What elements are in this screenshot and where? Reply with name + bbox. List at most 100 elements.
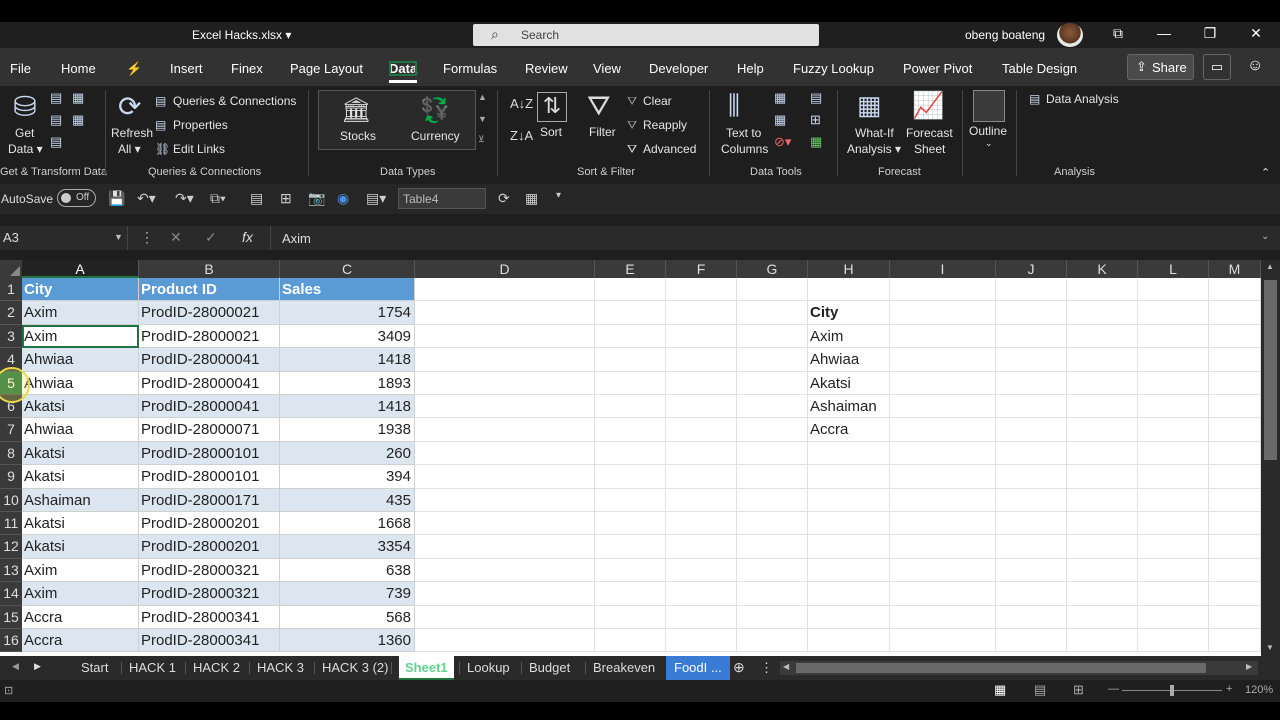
column-header-g[interactable]: G bbox=[737, 260, 808, 278]
cell[interactable] bbox=[666, 512, 737, 536]
row-header-11[interactable]: 11 bbox=[0, 512, 22, 536]
tab-quick-icon[interactable]: ⚡ bbox=[126, 61, 142, 77]
tab-formulas[interactable]: Formulas bbox=[443, 61, 497, 76]
restore-button[interactable]: ❐ bbox=[1198, 25, 1222, 42]
cell[interactable] bbox=[808, 535, 890, 559]
cell[interactable] bbox=[666, 301, 737, 325]
row-header-2[interactable]: 2 bbox=[0, 301, 22, 325]
what-if-label[interactable]: What-If bbox=[855, 126, 894, 140]
customize-qat-icon[interactable]: ▾ bbox=[556, 190, 561, 201]
macro-record-icon[interactable]: ⊡ bbox=[4, 684, 13, 697]
get-data-label2[interactable]: Data ▾ bbox=[8, 142, 43, 156]
cell[interactable] bbox=[890, 371, 996, 395]
cell[interactable] bbox=[890, 558, 996, 583]
cell[interactable] bbox=[1209, 395, 1261, 419]
recent-sources-icon[interactable]: ▦ bbox=[72, 112, 84, 128]
cell[interactable] bbox=[415, 348, 595, 372]
cell[interactable] bbox=[415, 605, 595, 629]
cell[interactable] bbox=[415, 441, 595, 466]
table-cell[interactable]: ProdID-28000021 bbox=[139, 301, 280, 325]
hscroll-right-icon[interactable]: ▶ bbox=[1246, 662, 1252, 671]
cell[interactable] bbox=[890, 395, 996, 419]
cell[interactable] bbox=[1209, 582, 1261, 606]
cell[interactable] bbox=[890, 418, 996, 442]
cell[interactable] bbox=[1209, 441, 1261, 466]
cell[interactable] bbox=[666, 582, 737, 606]
cell[interactable] bbox=[737, 348, 808, 372]
row-header-9[interactable]: 9 bbox=[0, 465, 22, 489]
cell[interactable] bbox=[890, 512, 996, 536]
cell[interactable] bbox=[1067, 629, 1138, 653]
text-to-columns-label[interactable]: Text to bbox=[726, 126, 761, 140]
cell[interactable] bbox=[1067, 441, 1138, 466]
row-header-8[interactable]: 8 bbox=[0, 441, 22, 466]
cell[interactable] bbox=[808, 558, 890, 583]
cell[interactable] bbox=[996, 324, 1067, 349]
column-header-i[interactable]: I bbox=[890, 260, 996, 278]
cell[interactable] bbox=[996, 371, 1067, 395]
table-header-cell[interactable]: Sales bbox=[280, 278, 415, 302]
text-to-columns-label2[interactable]: Columns bbox=[721, 142, 768, 156]
currency-button[interactable]: Currency bbox=[411, 129, 460, 143]
column-header-f[interactable]: F bbox=[666, 260, 737, 278]
cell[interactable] bbox=[595, 441, 666, 466]
horizontal-scrollbar[interactable]: ◀ ▶ bbox=[780, 661, 1258, 675]
table-cell[interactable]: 1418 bbox=[280, 395, 415, 419]
cell[interactable] bbox=[737, 324, 808, 349]
cell[interactable] bbox=[1067, 348, 1138, 372]
cell[interactable] bbox=[1138, 395, 1209, 419]
cell[interactable] bbox=[996, 582, 1067, 606]
cell[interactable] bbox=[666, 348, 737, 372]
worksheet-grid[interactable]: A B C D E F G H I J K L M 1 2 3 4 5 6 7 8 9 10 11 12 13 14 15 16 City… bbox=[0, 260, 1261, 656]
sheet-tab-0[interactable]: Start bbox=[81, 660, 108, 675]
sort-za-icon[interactable]: Z↓A bbox=[510, 128, 533, 143]
cell[interactable] bbox=[808, 605, 890, 629]
cell[interactable] bbox=[737, 371, 808, 395]
cell[interactable] bbox=[808, 582, 890, 606]
table-cell[interactable]: 1360 bbox=[280, 629, 415, 653]
tab-insert[interactable]: Insert bbox=[170, 61, 203, 76]
sort-az-icon[interactable]: A↓Z bbox=[510, 96, 533, 111]
cell[interactable] bbox=[808, 512, 890, 536]
city-list-item[interactable]: Axim bbox=[808, 324, 890, 349]
cell[interactable] bbox=[595, 512, 666, 536]
cell[interactable] bbox=[890, 324, 996, 349]
table-cell[interactable]: ProdID-28000201 bbox=[139, 535, 280, 559]
cell[interactable] bbox=[415, 629, 595, 653]
cell[interactable] bbox=[595, 371, 666, 395]
row-header-14[interactable]: 14 bbox=[0, 582, 22, 606]
tabs-more-icon[interactable]: ⋮ bbox=[760, 660, 773, 676]
row-header-7[interactable]: 7 bbox=[0, 418, 22, 442]
relationships-icon[interactable]: ⊞ bbox=[810, 112, 821, 128]
reapply-button[interactable]: Reapply bbox=[643, 118, 687, 132]
sheet-tab-5[interactable]: Sheet1 bbox=[399, 656, 454, 680]
table-cell[interactable]: Akatsi bbox=[22, 465, 139, 489]
cell[interactable] bbox=[1209, 278, 1261, 302]
outline-button[interactable]: Outline bbox=[969, 124, 1007, 138]
feedback-smiley-icon[interactable]: ☺ bbox=[1247, 57, 1263, 75]
cell[interactable] bbox=[808, 465, 890, 489]
what-if-icon[interactable]: ▦ bbox=[857, 90, 882, 121]
cell[interactable] bbox=[415, 418, 595, 442]
table-cell[interactable]: 638 bbox=[280, 558, 415, 583]
city-list-item[interactable]: Akatsi bbox=[808, 371, 890, 395]
table-cell[interactable]: 1418 bbox=[280, 348, 415, 372]
table-cell[interactable]: ProdID-28000041 bbox=[139, 395, 280, 419]
table-cell[interactable]: Accra bbox=[22, 629, 139, 653]
cell[interactable] bbox=[666, 488, 737, 512]
cell[interactable] bbox=[415, 535, 595, 559]
cell[interactable] bbox=[996, 441, 1067, 466]
cell[interactable] bbox=[595, 535, 666, 559]
table-cell[interactable]: ProdID-28000341 bbox=[139, 629, 280, 653]
column-header-k[interactable]: K bbox=[1067, 260, 1138, 278]
hscroll-left-icon[interactable]: ◀ bbox=[783, 662, 789, 671]
gallery-down-icon[interactable]: ▼ bbox=[478, 114, 487, 124]
cell[interactable] bbox=[1138, 629, 1209, 653]
cell[interactable] bbox=[890, 301, 996, 325]
table-cell[interactable]: 1938 bbox=[280, 418, 415, 442]
cell[interactable] bbox=[1067, 535, 1138, 559]
scroll-down-icon[interactable]: ▼ bbox=[1266, 643, 1274, 652]
cell[interactable] bbox=[1209, 488, 1261, 512]
cell[interactable] bbox=[1067, 371, 1138, 395]
cell[interactable] bbox=[666, 465, 737, 489]
